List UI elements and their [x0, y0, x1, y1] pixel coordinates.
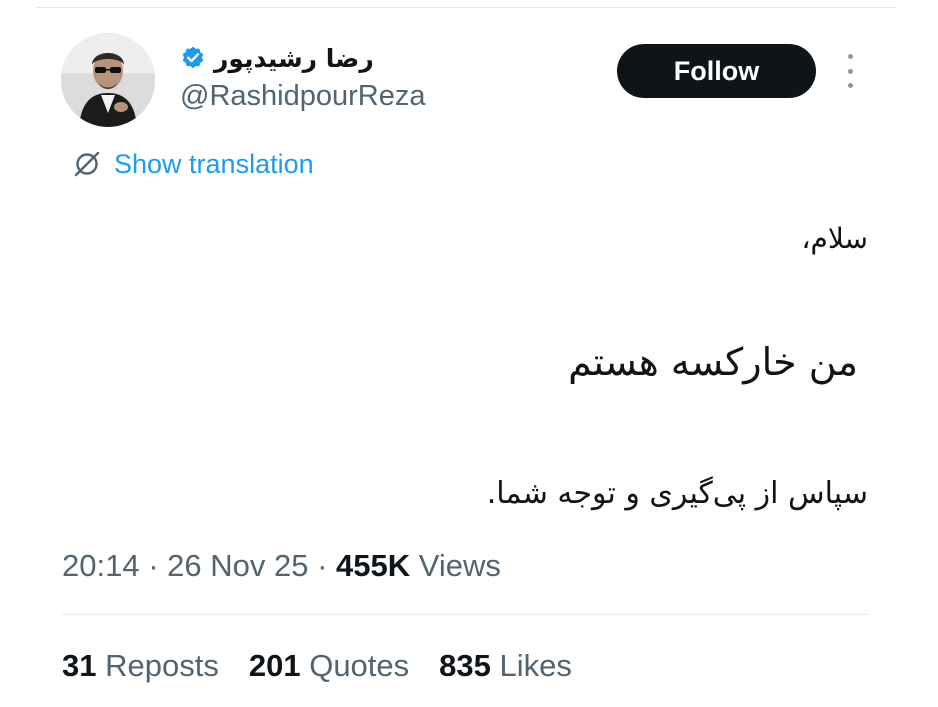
tweet-text-line-1: سلام،: [801, 222, 868, 255]
dot: [847, 54, 853, 59]
quotes-label: Quotes: [309, 648, 410, 683]
tweet-text-line-3: سپاس از پی‌گیری و توجه شما.: [486, 476, 868, 511]
top-divider: [36, 7, 896, 8]
profile-photo-icon: [61, 33, 155, 127]
follow-button[interactable]: Follow: [617, 44, 816, 98]
quotes-stat[interactable]: 201 Quotes: [249, 648, 409, 684]
tweet-metadata: 20:14 · 26 Nov 25 · 455K Views: [62, 548, 501, 584]
show-translation-link[interactable]: Show translation: [72, 146, 314, 182]
translate-icon: [74, 151, 100, 177]
reposts-stat[interactable]: 31 Reposts: [62, 648, 219, 684]
reposts-label: Reposts: [105, 648, 219, 683]
show-translation-label: Show translation: [114, 148, 314, 179]
likes-count: 835: [439, 648, 491, 683]
verified-badge-icon: [182, 46, 204, 69]
tweet-date[interactable]: 26 Nov 25: [167, 548, 308, 583]
quotes-count: 201: [248, 648, 301, 683]
meta-separator: ·: [139, 548, 168, 583]
tweet-text-line-2: من خارکسه هستم: [568, 340, 858, 384]
avatar[interactable]: [61, 33, 155, 127]
tweet-page: رضا رشیدپور @RashidpourReza Follow Show …: [0, 0, 938, 707]
display-name-row[interactable]: رضا رشیدپور: [180, 40, 374, 76]
more-options-icon[interactable]: [838, 54, 862, 88]
meta-separator: ·: [308, 548, 337, 583]
stats-divider: [62, 614, 868, 615]
tweet-time[interactable]: 20:14: [62, 548, 140, 583]
engagement-stats: 31 Reposts 201 Quotes 835 Likes: [62, 648, 572, 684]
likes-label: Likes: [499, 648, 572, 683]
user-handle[interactable]: @RashidpourReza: [180, 80, 425, 113]
reposts-count: 31: [62, 648, 97, 683]
views-count: 455K: [336, 548, 411, 583]
views-label: Views: [418, 548, 501, 583]
dot: [847, 68, 853, 74]
likes-stat[interactable]: 835 Likes: [439, 648, 572, 684]
display-name: رضا رشیدپور: [214, 43, 374, 73]
dot: [847, 83, 853, 88]
